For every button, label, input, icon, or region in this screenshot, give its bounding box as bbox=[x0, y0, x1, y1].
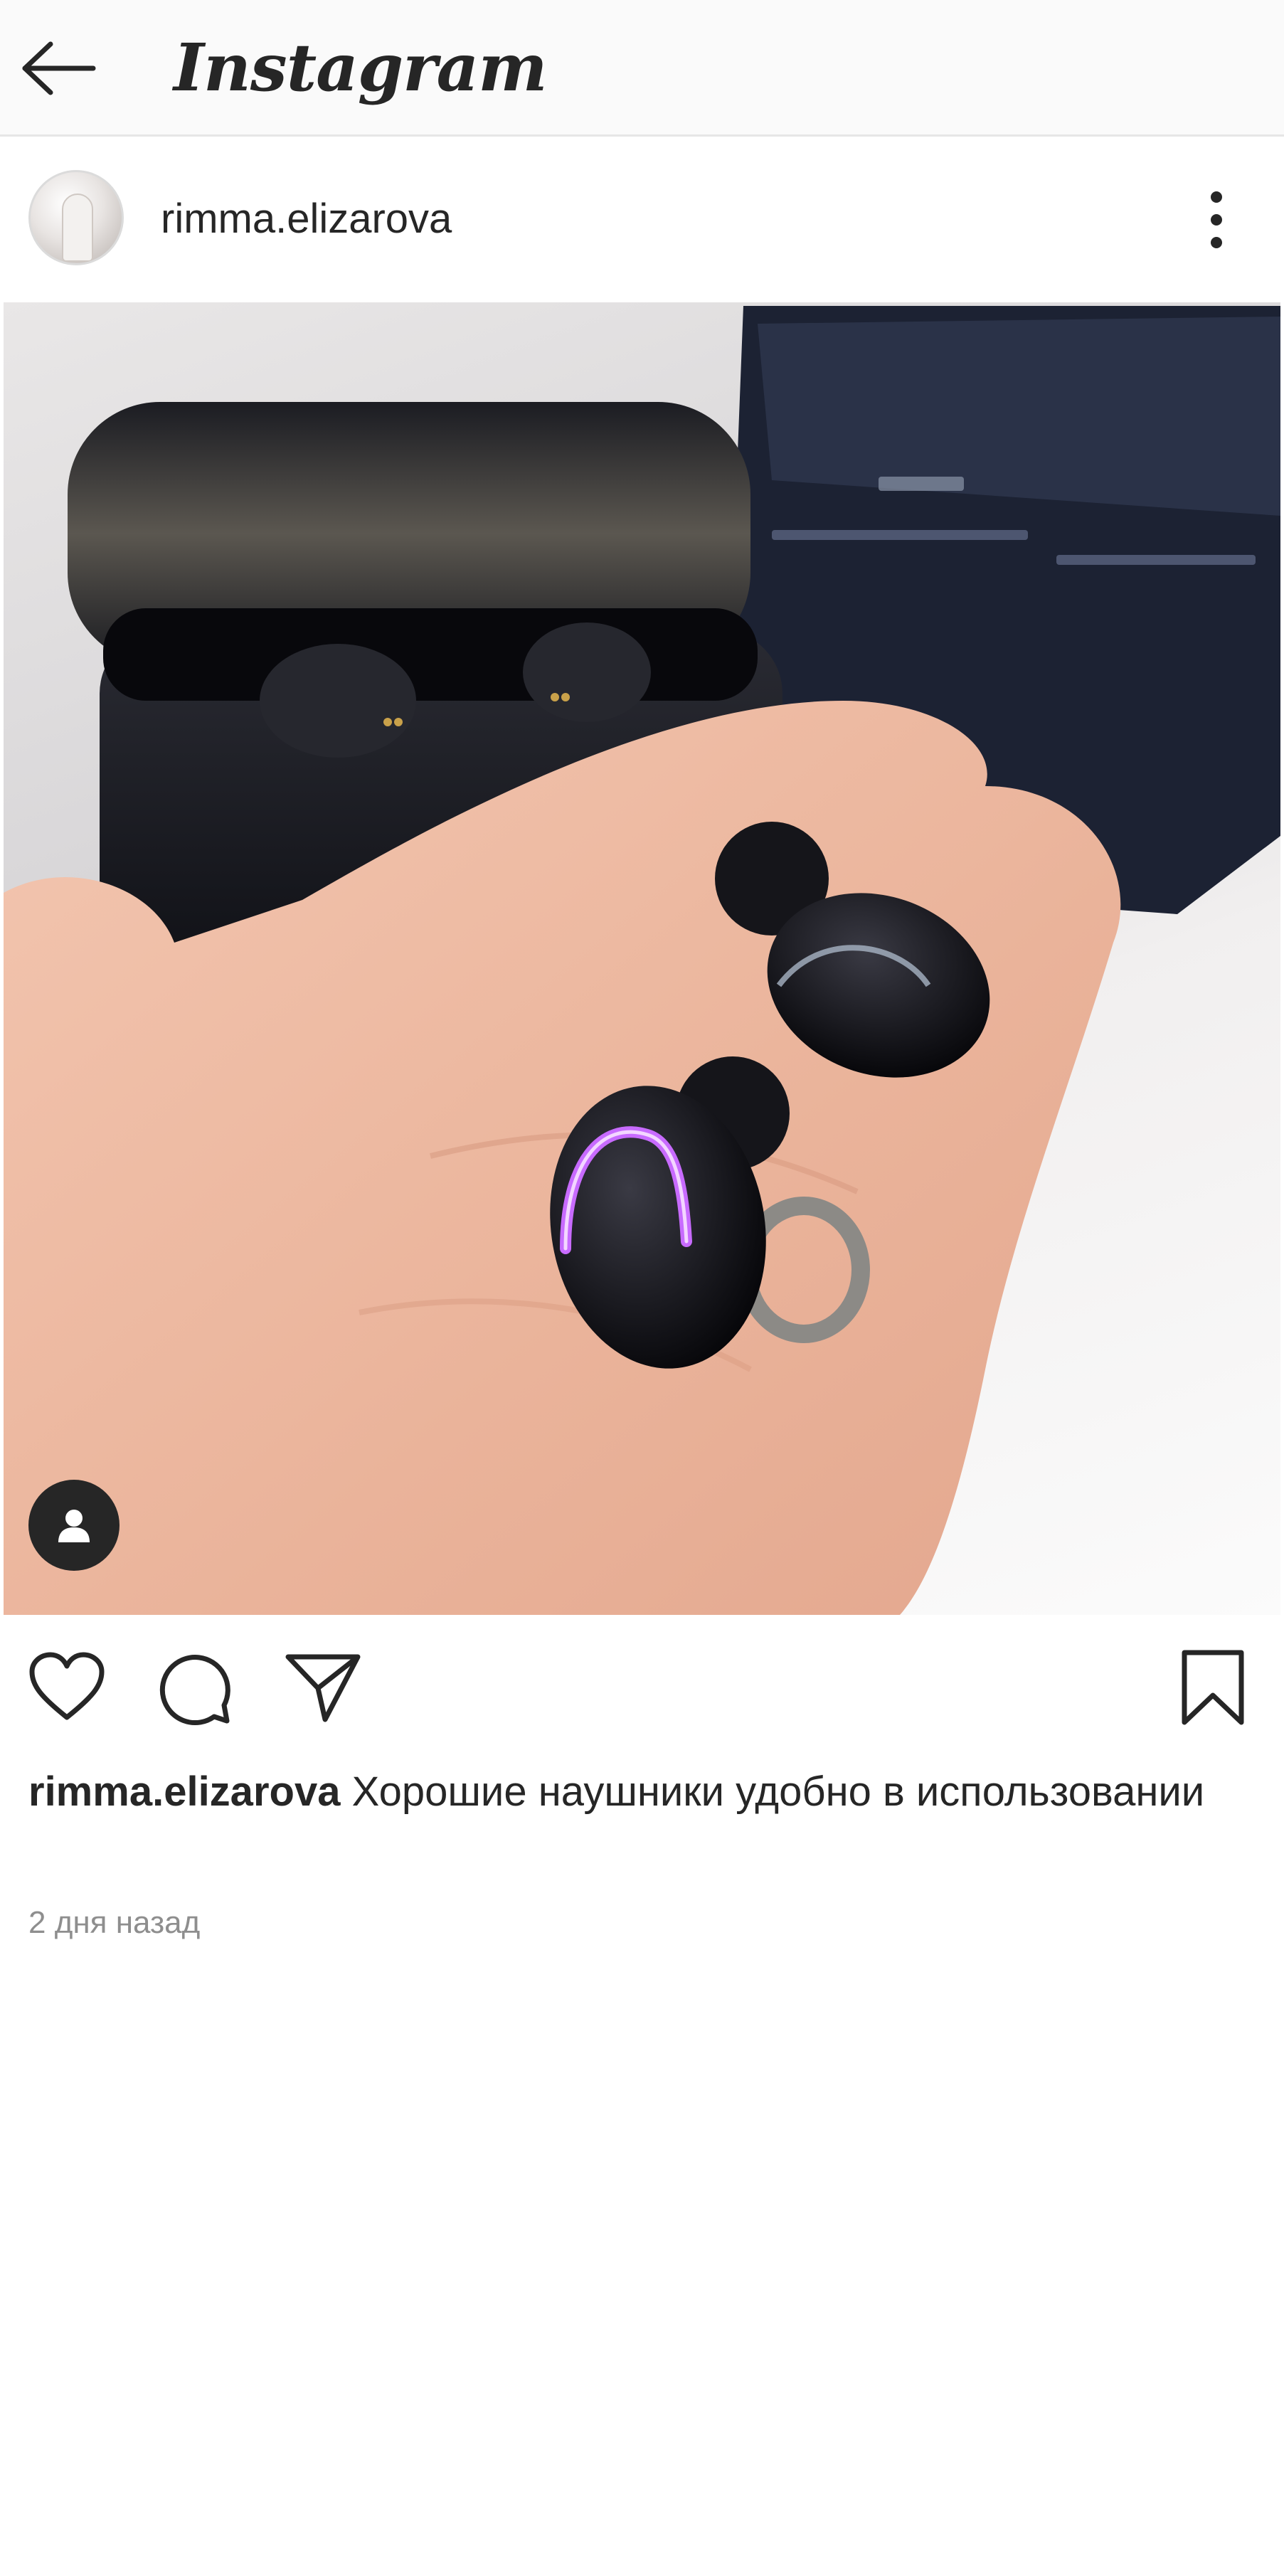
post-header: rimma.elizarova bbox=[0, 139, 1284, 302]
earbuds-photo-illustration bbox=[4, 306, 1280, 1615]
post-caption: rimma.elizarova Хорошие наушники удобно … bbox=[28, 1757, 1238, 1827]
more-vertical-icon-dot bbox=[1211, 214, 1222, 226]
back-button[interactable] bbox=[16, 26, 101, 111]
comment-icon bbox=[159, 1655, 230, 1726]
post-username[interactable]: rimma.elizarova bbox=[161, 194, 452, 244]
post-actions bbox=[0, 1629, 1284, 1750]
avatar[interactable] bbox=[28, 170, 124, 265]
tagged-people-button[interactable] bbox=[28, 1480, 120, 1571]
send-icon bbox=[285, 1654, 361, 1722]
heart-icon bbox=[29, 1652, 105, 1720]
user-tag-icon bbox=[58, 1510, 90, 1542]
more-vertical-icon bbox=[1211, 191, 1222, 203]
save-button[interactable] bbox=[1170, 1645, 1256, 1730]
caption-username[interactable]: rimma.elizarova bbox=[28, 1769, 340, 1815]
comment-button[interactable] bbox=[152, 1645, 238, 1730]
like-button[interactable] bbox=[24, 1645, 110, 1730]
caption-text: Хорошие наушники удобно в использовании bbox=[351, 1769, 1205, 1815]
more-options-button[interactable] bbox=[1195, 184, 1238, 255]
arrow-left-icon bbox=[22, 41, 96, 95]
bookmark-icon bbox=[1182, 1650, 1244, 1725]
more-vertical-icon-dot bbox=[1211, 237, 1222, 248]
post-timestamp: 2 дня назад bbox=[28, 1905, 201, 1940]
post-photo[interactable] bbox=[4, 302, 1280, 1615]
instagram-logo: Instagram bbox=[174, 29, 548, 106]
avatar-figure bbox=[62, 194, 93, 262]
share-button[interactable] bbox=[280, 1645, 366, 1730]
top-bar: Instagram bbox=[0, 0, 1284, 137]
